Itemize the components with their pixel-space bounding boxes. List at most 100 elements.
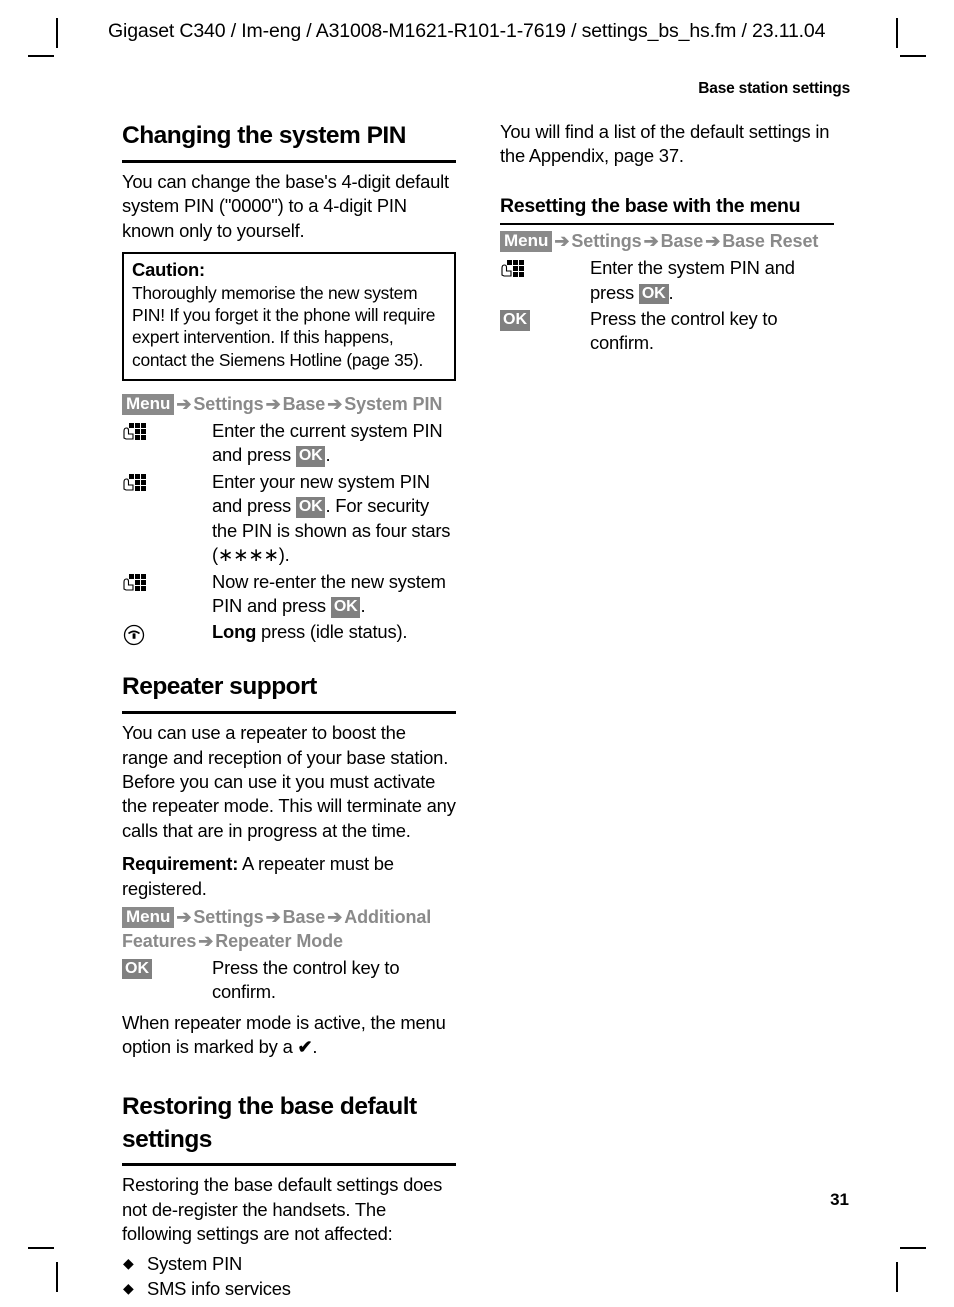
- paragraph-system-pin-intro: You can change the base's 4-digit defaul…: [122, 170, 449, 241]
- paragraph-restoring-intro: Restoring the base default settings does…: [122, 1174, 443, 1245]
- ok-badge[interactable]: OK: [295, 446, 326, 467]
- crop-mark-bottom-right-vertical: [896, 1262, 898, 1292]
- ok-badge[interactable]: OK: [330, 597, 361, 618]
- menu-step-base[interactable]: Base: [661, 231, 704, 251]
- keypad-icon-svg: [123, 573, 146, 591]
- crop-mark-top-left-horizontal: [28, 55, 54, 57]
- page-number: 31: [830, 1190, 849, 1209]
- instruction-text: Enter the system PIN and press OK.: [590, 256, 834, 305]
- instruction-row: Long press (idle status).: [122, 620, 456, 647]
- instruction-text-before: Now re-enter the new system PIN and pres…: [212, 570, 446, 616]
- instruction-text: Enter your new system PIN and press OK. …: [212, 470, 456, 568]
- crop-mark-bottom-right-horizontal: [900, 1247, 926, 1249]
- menu-step-base[interactable]: Base: [283, 394, 326, 414]
- paragraph-repeater-intro: You can use a repeater to boost the rang…: [122, 722, 456, 841]
- caution-body: Thoroughly memorise the new system PIN! …: [132, 282, 436, 370]
- instruction-text-after: press (idle status).: [256, 621, 408, 643]
- keypad-icon-svg: [123, 473, 146, 491]
- ok-badge[interactable]: OK: [122, 958, 152, 980]
- list-item-label: SMS info services: [147, 1278, 291, 1300]
- arrow-right-icon: ➔: [327, 907, 343, 928]
- crop-mark-bottom-left-horizontal: [28, 1247, 54, 1249]
- arrow-right-icon: ➔: [176, 393, 192, 414]
- ok-badge-icon-cell: OK: [122, 956, 212, 980]
- keypad-icon-svg: [123, 422, 146, 440]
- menu-badge[interactable]: Menu: [500, 231, 553, 253]
- menu-step-settings[interactable]: Settings: [193, 907, 263, 927]
- arrow-right-icon: ➔: [327, 393, 343, 414]
- keypad-icon-svg: [501, 260, 524, 278]
- list-item: ◆ SMS info services: [122, 1277, 456, 1301]
- ok-badge-icon-cell: OK: [500, 307, 590, 331]
- heading-resetting-base-with-menu: Resetting the base with the menu: [500, 195, 834, 226]
- instruction-text: Long press (idle status).: [212, 620, 456, 644]
- arrow-right-icon: ➔: [554, 231, 570, 252]
- paragraph-default-settings-appendix: You will find a list of the default sett…: [500, 121, 830, 167]
- heading-repeater-support: Repeater support: [122, 671, 456, 715]
- requirement-label: Requirement:: [122, 853, 239, 875]
- menu-step-settings[interactable]: Settings: [571, 231, 641, 251]
- diamond-bullet-icon: ◆: [123, 1254, 134, 1271]
- end-call-icon: [122, 620, 212, 647]
- note-text-before: When repeater mode is active, the menu o…: [122, 1011, 446, 1058]
- list-unaffected-settings: ◆ System PIN ◆ SMS info services: [122, 1252, 456, 1302]
- instruction-text-before: Enter the system PIN and press: [590, 257, 795, 303]
- instruction-text-bold: Long: [212, 621, 257, 643]
- instruction-row: Enter the system PIN and press OK.: [500, 256, 834, 305]
- caution-title: Caution:: [132, 258, 205, 280]
- keypad-icon: [122, 470, 212, 497]
- ok-badge[interactable]: OK: [638, 283, 669, 305]
- ok-badge[interactable]: OK: [295, 497, 326, 518]
- keypad-icon: [500, 256, 590, 283]
- instruction-text-after: .: [668, 281, 674, 303]
- instruction-row: OK Press the control key to confirm.: [500, 307, 834, 356]
- arrow-right-icon: ➔: [705, 231, 721, 252]
- menu-path-system-pin[interactable]: Menu ➔ Settings ➔ Base ➔ System PIN: [122, 393, 456, 417]
- caution-box: Caution: Thoroughly memorise the new sys…: [122, 251, 456, 381]
- menu-path-repeater-mode[interactable]: Menu ➔ Settings ➔ Base ➔ Additional Features ➔ R…: [122, 906, 456, 954]
- arrow-right-icon: ➔: [265, 393, 281, 414]
- heading-changing-system-pin: Changing the system PIN: [122, 120, 456, 163]
- crop-mark-top-right-vertical: [896, 18, 898, 48]
- crop-mark-bottom-left-vertical: [56, 1262, 58, 1292]
- menu-path-base-reset[interactable]: Menu ➔ Settings ➔ Base ➔ Base Reset: [500, 230, 834, 254]
- right-column: You will find a list of the default sett…: [500, 120, 834, 358]
- arrow-right-icon: ➔: [643, 231, 659, 252]
- check-icon: ✔: [297, 1037, 313, 1058]
- diamond-bullet-icon: ◆: [123, 1280, 134, 1297]
- menu-badge[interactable]: Menu: [122, 393, 175, 415]
- arrow-right-icon: ➔: [176, 907, 192, 928]
- menu-step-system-pin[interactable]: System PIN: [344, 394, 442, 414]
- list-item-label: System PIN: [147, 1252, 243, 1274]
- instruction-text: Press the control key to confirm.: [212, 956, 400, 1003]
- keypad-icon: [122, 570, 212, 597]
- instruction-row: Enter the current system PIN and press O…: [122, 419, 456, 468]
- page-slug: Gigaset C340 / Im-eng / A31008-M1621-R10…: [108, 20, 826, 42]
- menu-step-repeater-mode[interactable]: Repeater Mode: [215, 931, 343, 951]
- heading-restoring-base-defaults: Restoring the base default settings: [122, 1091, 456, 1167]
- paragraph-repeater-requirement: Requirement: A repeater must be register…: [122, 852, 456, 901]
- ok-badge[interactable]: OK: [500, 310, 530, 331]
- note-text-after: .: [312, 1036, 318, 1058]
- arrow-right-icon: ➔: [198, 931, 214, 952]
- menu-step-base[interactable]: Base: [283, 907, 326, 927]
- instruction-row: Now re-enter the new system PIN and pres…: [122, 570, 456, 619]
- instruction-text: Enter the current system PIN and press O…: [212, 419, 456, 468]
- crop-mark-top-right-horizontal: [900, 55, 926, 57]
- instruction-text-after: .: [360, 595, 366, 616]
- menu-badge[interactable]: Menu: [122, 907, 175, 929]
- instruction-text: Now re-enter the new system PIN and pres…: [212, 570, 456, 619]
- instruction-row: OK Press the control key to confirm.: [122, 956, 456, 1005]
- paragraph-repeater-note: When repeater mode is active, the menu o…: [122, 1011, 456, 1060]
- menu-step-settings[interactable]: Settings: [193, 394, 263, 414]
- instruction-text: Press the control key to confirm.: [590, 308, 778, 354]
- instruction-text-after: .: [325, 444, 331, 466]
- crop-mark-top-left-vertical: [56, 18, 58, 48]
- instruction-row: Enter your new system PIN and press OK. …: [122, 470, 456, 568]
- running-head: Base station settings: [698, 80, 850, 97]
- menu-step-base-reset[interactable]: Base Reset: [722, 231, 818, 251]
- keypad-icon: [122, 419, 212, 446]
- end-call-icon-svg: [123, 625, 145, 646]
- list-item: ◆ System PIN: [122, 1252, 456, 1276]
- left-column: Changing the system PIN You can change t…: [122, 120, 456, 1303]
